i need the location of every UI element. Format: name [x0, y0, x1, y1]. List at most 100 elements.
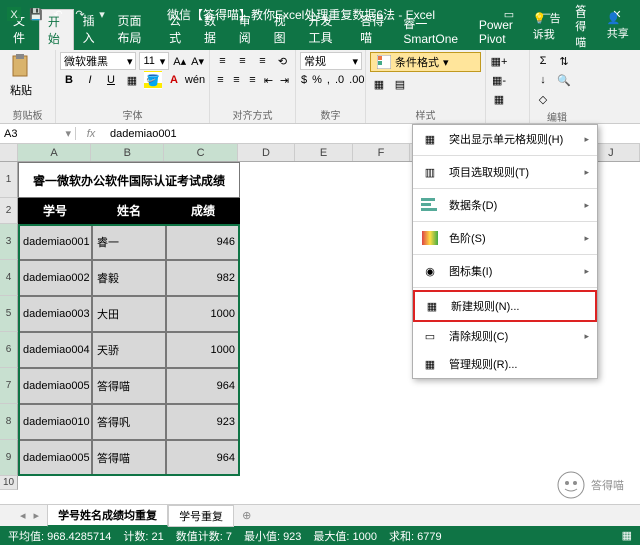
sheet-tab[interactable]: 学号重复 — [168, 505, 234, 527]
col-header[interactable]: A — [18, 144, 91, 161]
row-header[interactable]: 8 — [0, 404, 18, 440]
table-row[interactable]: dademiao002睿毅982 — [18, 260, 240, 296]
row-header[interactable]: 9 — [0, 440, 18, 476]
italic-button[interactable]: I — [81, 71, 99, 89]
tab-data[interactable]: 数据 — [195, 8, 230, 50]
row-header[interactable]: 6 — [0, 332, 18, 368]
save-icon[interactable]: 💾 — [28, 6, 44, 22]
name-box[interactable]: A3▾ — [0, 127, 76, 140]
tab-powerpivot[interactable]: Power Pivot — [470, 14, 533, 50]
tab-addin1[interactable]: 答得喵 — [351, 8, 394, 50]
format-table-icon[interactable]: ▦ — [370, 75, 388, 93]
fill-icon[interactable]: ↓ — [534, 71, 552, 89]
cell-styles-icon[interactable]: ▤ — [391, 75, 409, 93]
table-row[interactable]: dademiao005答得喵964 — [18, 440, 240, 476]
svg-text:X: X — [10, 9, 18, 21]
row-header[interactable]: 5 — [0, 296, 18, 332]
clear-icon[interactable]: ◇ — [534, 90, 552, 108]
font-color-button[interactable]: A — [165, 71, 183, 89]
find-icon[interactable]: 🔍 — [555, 71, 573, 89]
answer-link[interactable]: 答得喵 — [575, 2, 597, 50]
tab-smartone[interactable]: 睿一 SmartOne — [394, 11, 470, 50]
delete-cells-icon[interactable]: ▦- — [490, 71, 508, 89]
quick-access-toolbar: X 💾 ↶ ↷ ▾ — [6, 6, 110, 22]
menu-new-rule[interactable]: ▦新建规则(N)... — [415, 292, 595, 320]
tab-developer[interactable]: 开发工具 — [299, 8, 351, 50]
table-row[interactable]: dademiao001睿一946 — [18, 224, 240, 260]
tab-layout[interactable]: 页面布局 — [108, 8, 160, 50]
align-center-icon[interactable]: ≡ — [230, 71, 243, 89]
tab-formulas[interactable]: 公式 — [160, 8, 195, 50]
row-header[interactable]: 1 — [0, 162, 18, 198]
row-header[interactable]: 3 — [0, 224, 18, 260]
font-size-select[interactable]: 11▾ — [139, 52, 169, 70]
align-mid-icon[interactable]: ≡ — [234, 52, 251, 70]
group-font-label: 字体 — [60, 106, 205, 122]
row-header[interactable]: 4 — [0, 260, 18, 296]
col-header[interactable]: F — [353, 144, 410, 161]
underline-button[interactable]: U — [102, 71, 120, 89]
menu-highlight-rules[interactable]: ▦突出显示单元格规则(H) — [413, 125, 597, 153]
tell-me[interactable]: 💡 告诉我 — [533, 10, 565, 42]
col-header[interactable]: E — [295, 144, 352, 161]
shrink-font-icon[interactable]: A▾ — [190, 52, 205, 70]
table-row[interactable]: dademiao010答得㕨923 — [18, 404, 240, 440]
number-format-select[interactable]: 常规▾ — [300, 52, 362, 70]
paste-button[interactable]: 粘贴 — [4, 52, 38, 100]
redo-icon[interactable]: ↷ — [72, 6, 88, 22]
font-name-select[interactable]: 微软雅黑▾ — [60, 52, 136, 70]
align-left-icon[interactable]: ≡ — [214, 71, 227, 89]
comma-icon[interactable]: , — [326, 71, 331, 89]
topbottom-icon: ▥ — [419, 161, 441, 183]
status-bar: 平均值: 968.4285714 计数: 21 数值计数: 7 最小值: 923… — [0, 526, 640, 545]
align-bot-icon[interactable]: ≡ — [254, 52, 271, 70]
format-cells-icon[interactable]: ▦ — [490, 90, 508, 108]
percent-icon[interactable]: % — [311, 71, 323, 89]
row-header[interactable]: 2 — [0, 198, 18, 224]
insert-cells-icon[interactable]: ▦+ — [490, 52, 508, 70]
col-header[interactable]: D — [238, 144, 295, 161]
table-row[interactable]: dademiao004天骄1000 — [18, 332, 240, 368]
share-button[interactable]: 👤 共享 — [607, 12, 632, 41]
currency-icon[interactable]: $ — [300, 71, 308, 89]
autosum-icon[interactable]: Σ — [534, 52, 552, 70]
watermark: 答得喵 — [557, 471, 624, 499]
phonetic-button[interactable]: wén — [186, 71, 204, 89]
menu-icon-sets[interactable]: ◉图标集(I) — [413, 257, 597, 285]
select-all-corner[interactable] — [0, 144, 18, 161]
col-header[interactable]: B — [91, 144, 164, 161]
menu-clear-rules[interactable]: ▭清除规则(C) — [413, 322, 597, 350]
new-sheet-icon[interactable]: ⊕ — [234, 509, 259, 522]
sheet-nav-next-icon[interactable]: ▸ — [34, 509, 40, 522]
undo-icon[interactable]: ↶ — [50, 6, 66, 22]
menu-color-scales[interactable]: 色阶(S) — [413, 224, 597, 252]
sheet-tab[interactable]: 学号姓名成绩均重复 — [47, 504, 168, 527]
indent-dec-icon[interactable]: ⇤ — [262, 71, 275, 89]
fx-icon[interactable]: fx — [76, 128, 106, 140]
sheet-nav-prev-icon[interactable]: ◂ — [20, 509, 26, 522]
border-button[interactable]: ▦ — [123, 71, 141, 89]
menu-data-bars[interactable]: 数据条(D) — [413, 191, 597, 219]
tab-review[interactable]: 审阅 — [230, 8, 265, 50]
bold-button[interactable]: B — [60, 71, 78, 89]
menu-top-bottom-rules[interactable]: ▥项目选取规则(T) — [413, 158, 597, 186]
align-top-icon[interactable]: ≡ — [214, 52, 231, 70]
row-header[interactable]: 10 — [0, 476, 18, 490]
row-header[interactable]: 7 — [0, 368, 18, 404]
table-row[interactable]: dademiao003大田1000 — [18, 296, 240, 332]
grow-font-icon[interactable]: A▴ — [172, 52, 187, 70]
indent-inc-icon[interactable]: ⇥ — [278, 71, 291, 89]
orientation-icon[interactable]: ⟲ — [274, 52, 291, 70]
table-row[interactable]: dademiao005答得喵964 — [18, 368, 240, 404]
fill-color-button[interactable]: 🪣 — [144, 71, 162, 89]
menu-manage-rules[interactable]: ▦管理规则(R)... — [413, 350, 597, 378]
col-header[interactable]: C — [164, 144, 237, 161]
sort-filter-icon[interactable]: ⇅ — [555, 52, 573, 70]
view-normal-icon[interactable]: ▦ — [622, 529, 632, 542]
align-right-icon[interactable]: ≡ — [246, 71, 259, 89]
qat-more-icon[interactable]: ▾ — [94, 6, 110, 22]
conditional-format-button[interactable]: 条件格式▾ — [370, 52, 481, 72]
dec-decimal-icon[interactable]: .00 — [348, 71, 365, 89]
tab-view[interactable]: 视图 — [265, 8, 300, 50]
inc-decimal-icon[interactable]: .0 — [334, 71, 345, 89]
